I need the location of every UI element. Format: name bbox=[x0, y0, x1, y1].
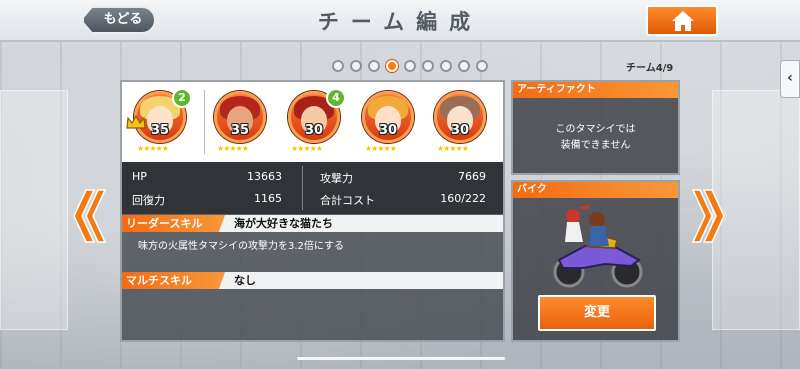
unit-portrait[interactable]: 30 bbox=[434, 91, 486, 143]
unit-level: 35 bbox=[230, 123, 250, 138]
bike-label: バイク bbox=[513, 182, 678, 198]
leader-crown-icon bbox=[126, 114, 146, 129]
next-team-arrow-icon[interactable] bbox=[692, 188, 728, 244]
attack-value: 7669 bbox=[458, 170, 486, 183]
artifact-panel[interactable]: アーティファクト このタマシイでは 装備できません bbox=[511, 80, 680, 175]
unit-portrait[interactable]: 35 bbox=[214, 91, 266, 143]
leader-divider bbox=[204, 90, 205, 154]
bottom-handle-bar bbox=[297, 357, 505, 360]
heal-label: 回復力 bbox=[132, 194, 165, 207]
unit-stars: ★★★★★ bbox=[217, 144, 249, 153]
page-dot[interactable] bbox=[476, 60, 488, 72]
cost-value: 160/222 bbox=[440, 192, 486, 205]
heal-value: 1165 bbox=[254, 192, 282, 205]
attack-label: 攻撃力 bbox=[320, 172, 353, 185]
page-dot[interactable] bbox=[368, 60, 380, 72]
unit-plus-badge: 2 bbox=[172, 88, 192, 108]
leader-skill-label: リーダースキル bbox=[122, 215, 225, 232]
unit-plus-badge: 4 bbox=[326, 88, 346, 108]
page-dot[interactable] bbox=[422, 60, 434, 72]
home-button[interactable] bbox=[646, 5, 718, 36]
artifact-label: アーティファクト bbox=[513, 82, 678, 98]
multi-skill-label: マルチスキル bbox=[122, 272, 225, 289]
unit-portrait-row: 35 ★★★★★ 2 35 ★★★★★ 30 ★★★★★ 4 30 ★★★★★ 30 ★★★★★ bbox=[122, 82, 503, 162]
multi-skill-bar: マルチスキル なし bbox=[122, 272, 503, 289]
header-bar: チーム編成 もどる bbox=[0, 0, 800, 42]
unit-stars: ★★★★★ bbox=[437, 144, 469, 153]
bike-panel: バイク 変更 bbox=[511, 180, 680, 342]
unit-stars: ★★★★★ bbox=[291, 144, 323, 153]
page-dot[interactable] bbox=[386, 60, 398, 72]
page-dot[interactable] bbox=[404, 60, 416, 72]
hp-label: HP bbox=[132, 170, 147, 183]
side-menu-tab[interactable]: ‹ bbox=[780, 60, 800, 98]
unit-level: 30 bbox=[378, 123, 398, 138]
team-stats: HP 13663 回復力 1165 攻撃力 7669 合計コスト 160/222 bbox=[122, 162, 503, 214]
page-dot[interactable] bbox=[332, 60, 344, 72]
hp-value: 13663 bbox=[247, 170, 282, 183]
previous-team-ghost-panel bbox=[0, 90, 68, 330]
multi-skill-name: なし bbox=[234, 274, 256, 287]
team-pager bbox=[332, 60, 488, 74]
unit-level: 30 bbox=[450, 123, 470, 138]
cost-label: 合計コスト bbox=[320, 194, 375, 207]
team-index-label: チーム4/9 bbox=[626, 63, 674, 74]
page-dot[interactable] bbox=[440, 60, 452, 72]
stats-divider bbox=[302, 166, 303, 210]
back-button[interactable]: もどる bbox=[82, 6, 156, 34]
unit-stars: ★★★★★ bbox=[137, 144, 169, 153]
leader-skill-description: 味方の火属性タマシイの攻撃力を3.2倍にする bbox=[138, 241, 345, 252]
unit-portrait[interactable]: 30 bbox=[362, 91, 414, 143]
change-bike-button[interactable]: 変更 bbox=[538, 295, 656, 331]
previous-team-arrow-icon[interactable] bbox=[70, 188, 106, 244]
artifact-message-line1: このタマシイでは bbox=[555, 124, 636, 135]
leader-skill-name: 海が大好きな猫たち bbox=[234, 217, 333, 230]
unit-stars: ★★★★★ bbox=[365, 144, 397, 153]
artifact-message-line2: 装備できません bbox=[560, 140, 631, 151]
unit-level: 30 bbox=[304, 123, 324, 138]
home-icon bbox=[672, 11, 694, 31]
page-dot[interactable] bbox=[350, 60, 362, 72]
leader-skill-bar: リーダースキル 海が大好きな猫たち bbox=[122, 215, 503, 232]
bike-illustration-icon bbox=[553, 204, 643, 288]
page-dot[interactable] bbox=[458, 60, 470, 72]
team-panel: 35 ★★★★★ 2 35 ★★★★★ 30 ★★★★★ 4 30 ★★★★★ 30 ★★★★★ HP… bbox=[120, 80, 505, 342]
